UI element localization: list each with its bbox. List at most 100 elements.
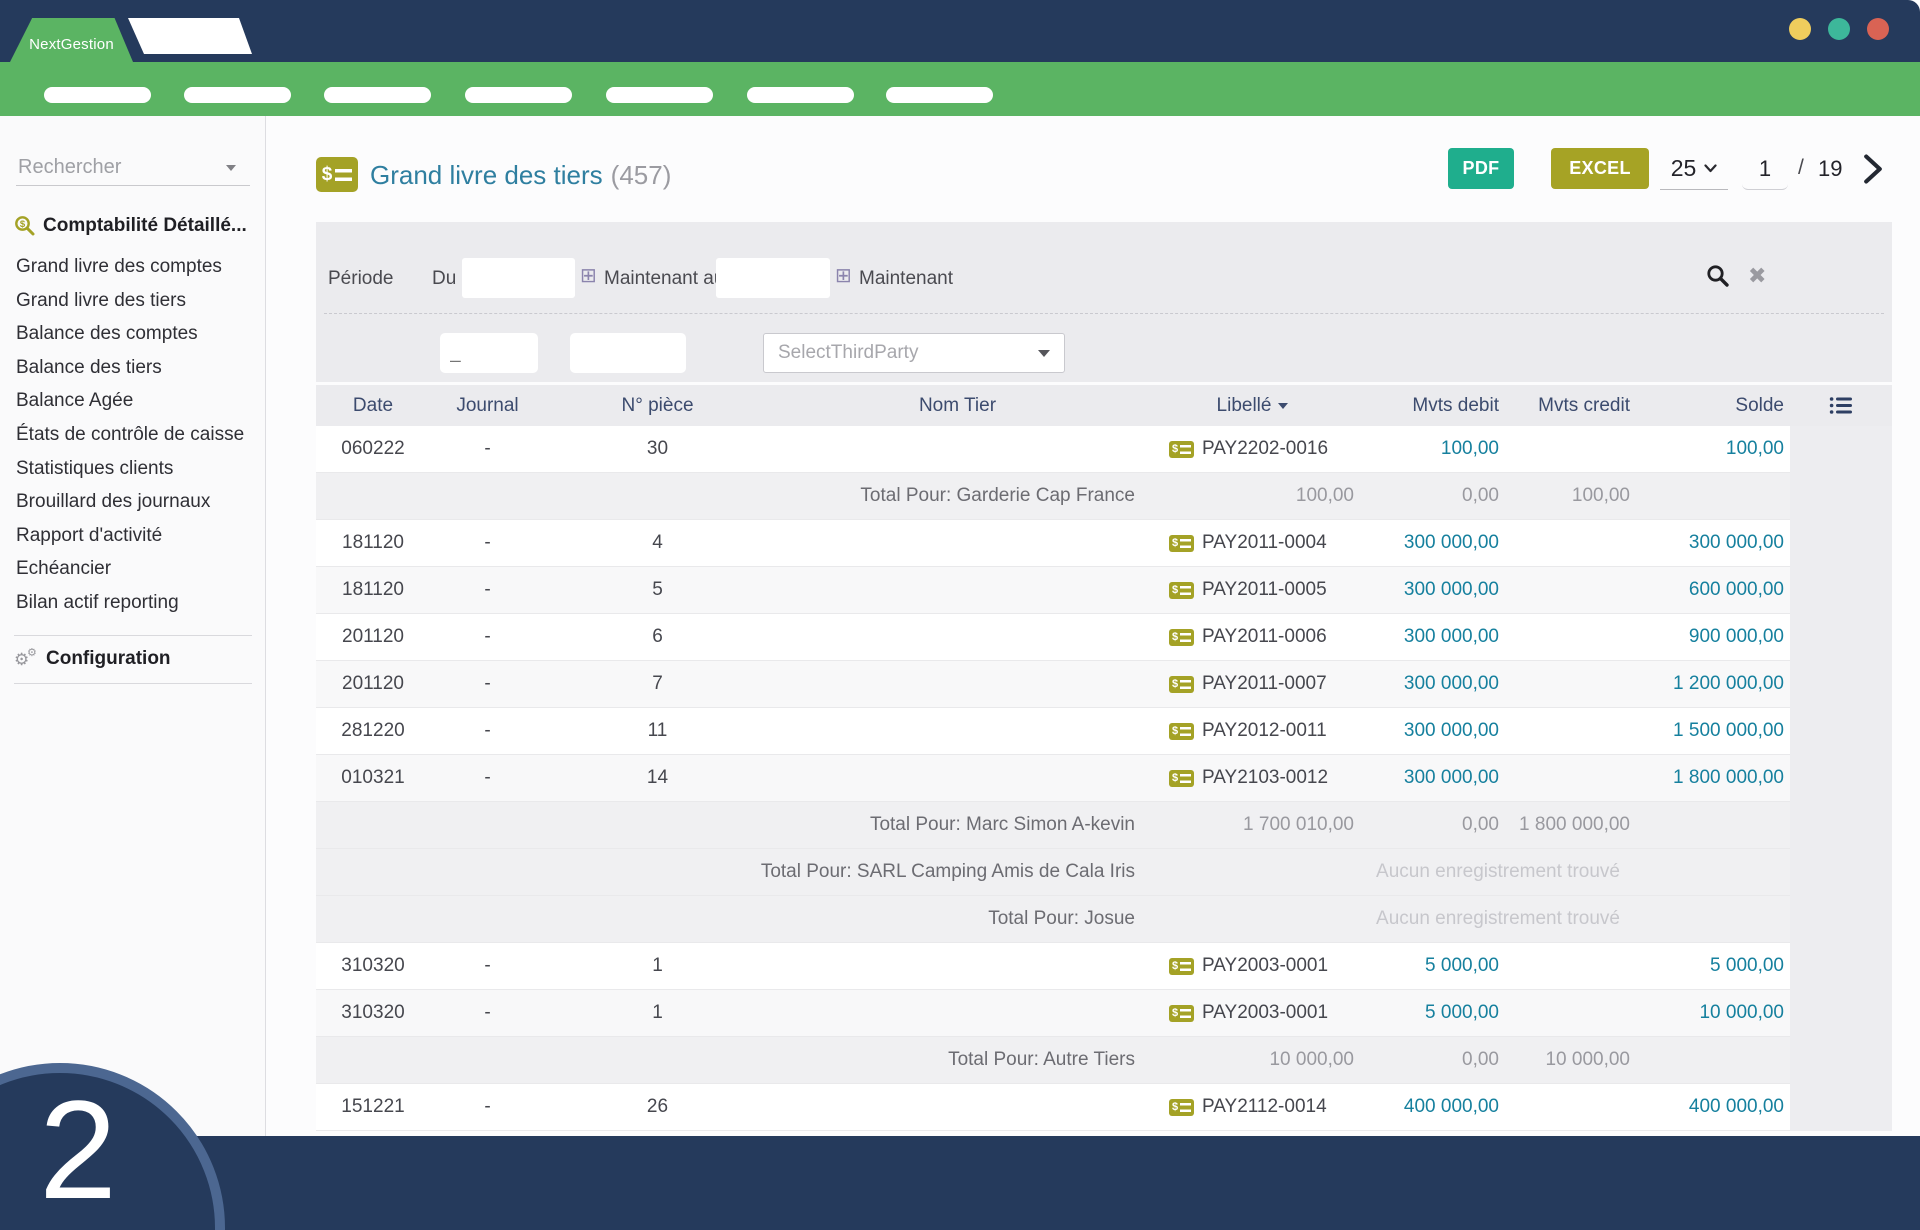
sidebar-item[interactable]: Echéancier [0, 552, 266, 586]
chevron-down-icon [1038, 350, 1050, 357]
page-title: Grand livre des tiers(457) [370, 160, 671, 191]
page-size-select[interactable]: 25 [1660, 148, 1728, 190]
total-mvts-credit: 0,00 [1360, 1049, 1505, 1071]
clear-filter-icon[interactable]: ✖ [1748, 264, 1766, 288]
sidebar-search[interactable] [16, 150, 250, 186]
money-icon: $ [1169, 676, 1194, 693]
next-page-chevron-icon[interactable] [1860, 152, 1886, 186]
money-icon: $ [1169, 535, 1194, 552]
column-settings-icon[interactable] [1790, 396, 1892, 415]
total-mvts-credit: 0,00 [1360, 485, 1505, 507]
cell-journal: - [430, 626, 545, 648]
table-row[interactable]: 201120-6$PAY2011-0006300 000,00900 000,0… [316, 614, 1790, 661]
money-icon: $ [1169, 441, 1194, 458]
nav-pill[interactable] [606, 87, 713, 103]
table-row[interactable]: 201120-7$PAY2011-0007300 000,001 200 000… [316, 661, 1790, 708]
nav-pill[interactable] [465, 87, 572, 103]
nav-pill[interactable] [886, 87, 993, 103]
column-header-journal: Journal [430, 395, 545, 417]
sidebar-item[interactable]: Rapport d'activité [0, 519, 266, 553]
libelle-text: PAY2012-0011 [1202, 720, 1327, 742]
table-side-gutter [1790, 426, 1892, 1131]
window-dot-teal-icon[interactable] [1828, 18, 1850, 40]
nav-pill[interactable] [324, 87, 431, 103]
excel-button[interactable]: EXCEL [1551, 148, 1649, 189]
total-mvts-debit: 10 000,00 [1145, 1049, 1360, 1071]
table-row[interactable]: 281220-11$PAY2012-0011300 000,001 500 00… [316, 708, 1790, 755]
maintenant-label: Maintenant [859, 268, 953, 290]
window-control-dots [1789, 18, 1889, 40]
top-navbar: NextGestion [0, 0, 1920, 62]
table-row[interactable]: 060222-30$PAY2202-0016100,00100,00 [316, 426, 1790, 473]
table-row[interactable]: 010321-14$PAY2103-0012300 000,001 800 00… [316, 755, 1790, 802]
libelle-text: PAY2003-0001 [1202, 955, 1328, 977]
total-solde: 10 000,00 [1505, 1049, 1636, 1071]
no-record-message: Aucun enregistrement trouvé [1360, 908, 1636, 930]
cell-solde: 1 200 000,00 [1636, 673, 1790, 695]
calendar-icon[interactable]: ⊞ [580, 266, 597, 286]
sidebar-item[interactable]: Brouillard des journaux [0, 485, 266, 519]
column-header-nom-tier: Nom Tier [770, 395, 1145, 417]
money-icon: $ [1169, 582, 1194, 599]
third-party-select[interactable]: SelectThirdParty [763, 333, 1065, 373]
sidebar-item[interactable]: Balance des tiers [0, 351, 266, 385]
table-row[interactable]: 151221-26$PAY2112-0014400 000,00400 000,… [316, 1084, 1790, 1131]
table-row[interactable]: 181120-4$PAY2011-0004300 000,00300 000,0… [316, 520, 1790, 567]
search-icon[interactable] [1706, 264, 1731, 289]
cell-date: 310320 [316, 955, 430, 977]
table-row[interactable]: 310320-1$PAY2003-00015 000,005 000,00 [316, 943, 1790, 990]
cell-solde: 1 800 000,00 [1636, 767, 1790, 789]
cell-mvts-debit: 5 000,00 [1360, 955, 1505, 977]
search-input[interactable] [16, 155, 226, 180]
cell-date: 181120 [316, 532, 430, 554]
cell-solde: 600 000,00 [1636, 579, 1790, 601]
table-row[interactable]: 181120-5$PAY2011-0005300 000,00600 000,0… [316, 567, 1790, 614]
total-row: Total Pour: Garderie Cap France100,000,0… [316, 473, 1790, 520]
sidebar-item[interactable]: Grand livre des tiers [0, 284, 266, 318]
money-icon: $ [1169, 958, 1194, 975]
sidebar-item[interactable]: Balance des comptes [0, 317, 266, 351]
sidebar-item[interactable]: Balance Agée [0, 384, 266, 418]
configuration-label: Configuration [46, 648, 171, 670]
cell-mvts-debit: 300 000,00 [1360, 720, 1505, 742]
libelle-text: PAY2103-0012 [1202, 767, 1328, 789]
sidebar-item[interactable]: Statistiques clients [0, 452, 266, 486]
nav-pill[interactable] [184, 87, 291, 103]
sidebar-item-configuration[interactable]: ⚙⚙ Configuration [14, 645, 171, 673]
window-dot-yellow-icon[interactable] [1789, 18, 1811, 40]
search-dollar-icon: $ [14, 215, 36, 237]
total-label: Total Pour: Garderie Cap France [316, 485, 1145, 507]
cell-journal: - [430, 720, 545, 742]
money-icon: $ [1169, 629, 1194, 646]
sidebar-item[interactable]: Grand livre des comptes [0, 250, 266, 284]
cell-mvts-debit: 100,00 [1360, 438, 1505, 460]
window-dot-red-icon[interactable] [1867, 18, 1889, 40]
chevron-down-icon [1704, 164, 1717, 173]
periode-label: Période [328, 268, 394, 290]
sidebar-menu: Grand livre des comptesGrand livre des t… [0, 250, 266, 620]
cell-piece: 14 [545, 767, 770, 789]
calendar-icon[interactable]: ⊞ [835, 266, 852, 286]
cell-mvts-debit: 300 000,00 [1360, 626, 1505, 648]
date-from-input[interactable] [462, 258, 575, 298]
cell-journal: - [430, 579, 545, 601]
table-row[interactable]: 310320-1$PAY2003-00015 000,0010 000,00 [316, 990, 1790, 1037]
cell-libelle: $PAY2103-0012 [1145, 767, 1360, 789]
navbar-redacted-tab [128, 18, 252, 54]
page-number-input[interactable] [1742, 148, 1788, 190]
sidebar-item[interactable]: Bilan actif reporting [0, 586, 266, 620]
account-filter-input[interactable] [440, 333, 538, 373]
column-header-libelle[interactable]: Libellé [1145, 395, 1360, 417]
cell-journal: - [430, 673, 545, 695]
footer-bar [0, 1136, 1920, 1230]
secondary-filter-input[interactable] [570, 333, 686, 373]
chevron-down-icon[interactable] [226, 165, 236, 171]
cell-journal: - [430, 767, 545, 789]
sidebar-item[interactable]: États de contrôle de caisse [0, 418, 266, 452]
no-record-message: Aucun enregistrement trouvé [1360, 861, 1636, 883]
date-to-input[interactable] [716, 258, 830, 298]
column-header-mvts-credit: Mvts credit [1505, 395, 1636, 417]
pdf-button[interactable]: PDF [1448, 148, 1514, 189]
nav-pill[interactable] [747, 87, 854, 103]
nav-pill[interactable] [44, 87, 151, 103]
